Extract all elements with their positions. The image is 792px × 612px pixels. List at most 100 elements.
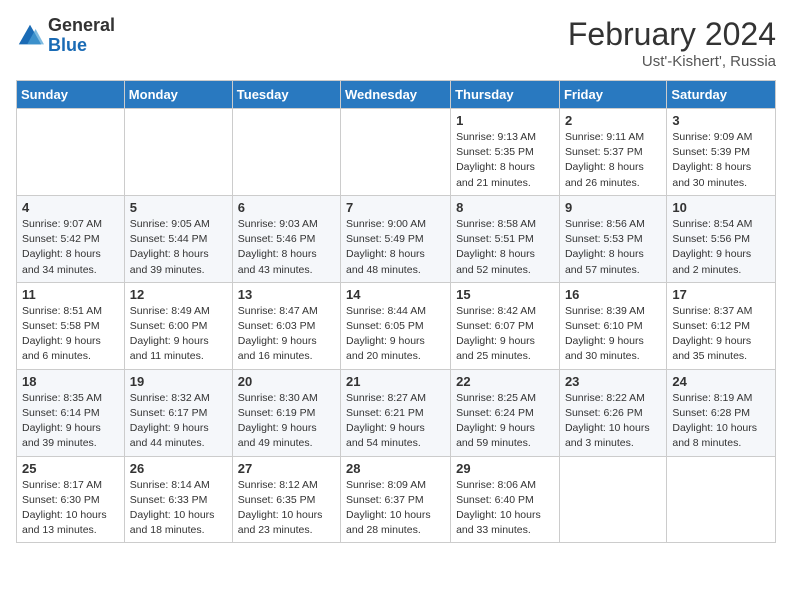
weekday-header-thursday: Thursday <box>451 81 560 109</box>
page-header: General Blue February 2024 Ust'-Kishert'… <box>16 16 776 70</box>
calendar-cell <box>341 109 451 196</box>
calendar-cell: 22 Sunrise: 8:25 AM Sunset: 6:24 PM Dayli… <box>451 369 560 456</box>
day-number: 22 <box>456 374 554 389</box>
day-info: Sunrise: 8:42 AM Sunset: 6:07 PM Dayligh… <box>456 304 554 365</box>
day-info: Sunrise: 8:27 AM Sunset: 6:21 PM Dayligh… <box>346 391 445 452</box>
day-info: Sunrise: 8:14 AM Sunset: 6:33 PM Dayligh… <box>130 478 227 539</box>
day-info: Sunrise: 8:17 AM Sunset: 6:30 PM Dayligh… <box>22 478 119 539</box>
day-info: Sunrise: 8:30 AM Sunset: 6:19 PM Dayligh… <box>238 391 335 452</box>
day-number: 3 <box>672 113 770 128</box>
calendar-cell: 24 Sunrise: 8:19 AM Sunset: 6:28 PM Dayli… <box>667 369 776 456</box>
day-info: Sunrise: 8:12 AM Sunset: 6:35 PM Dayligh… <box>238 478 335 539</box>
day-number: 21 <box>346 374 445 389</box>
day-number: 19 <box>130 374 227 389</box>
day-info: Sunrise: 8:09 AM Sunset: 6:37 PM Dayligh… <box>346 478 445 539</box>
day-info: Sunrise: 9:11 AM Sunset: 5:37 PM Dayligh… <box>565 130 661 191</box>
day-info: Sunrise: 8:22 AM Sunset: 6:26 PM Dayligh… <box>565 391 661 452</box>
calendar-cell: 16Sunrise: 8:39 AM Sunset: 6:10 PM Dayli… <box>559 282 666 369</box>
week-row-4: 18 Sunrise: 8:35 AM Sunset: 6:14 PM Dayli… <box>17 369 776 456</box>
calendar-cell: 2 Sunrise: 9:11 AM Sunset: 5:37 PM Daylig… <box>559 109 666 196</box>
day-number: 29 <box>456 461 554 476</box>
weekday-header-row: SundayMondayTuesdayWednesdayThursdayFrid… <box>17 81 776 109</box>
day-number: 13 <box>238 287 335 302</box>
calendar-cell: 9 Sunrise: 8:56 AM Sunset: 5:53 PM Daylig… <box>559 195 666 282</box>
day-info: Sunrise: 8:19 AM Sunset: 6:28 PM Dayligh… <box>672 391 770 452</box>
day-info: Sunrise: 8:51 AM Sunset: 5:58 PM Dayligh… <box>22 304 119 365</box>
day-number: 16 <box>565 287 661 302</box>
calendar-cell: 5Sunrise: 9:05 AM Sunset: 5:44 PM Daylig… <box>124 195 232 282</box>
day-info: Sunrise: 8:25 AM Sunset: 6:24 PM Dayligh… <box>456 391 554 452</box>
calendar-cell: 28 Sunrise: 8:09 AM Sunset: 6:37 PM Dayli… <box>341 456 451 543</box>
logo: General Blue <box>16 16 115 56</box>
day-number: 11 <box>22 287 119 302</box>
day-number: 18 <box>22 374 119 389</box>
day-number: 10 <box>672 200 770 215</box>
calendar-table: SundayMondayTuesdayWednesdayThursdayFrid… <box>16 80 776 543</box>
day-info: Sunrise: 8:54 AM Sunset: 5:56 PM Dayligh… <box>672 217 770 278</box>
title-block: February 2024 Ust'-Kishert', Russia <box>568 16 776 70</box>
month-title: February 2024 <box>568 16 776 53</box>
weekday-header-wednesday: Wednesday <box>341 81 451 109</box>
calendar-cell <box>124 109 232 196</box>
day-number: 5 <box>130 200 227 215</box>
week-row-5: 25 Sunrise: 8:17 AM Sunset: 6:30 PM Dayli… <box>17 456 776 543</box>
day-info: Sunrise: 9:13 AM Sunset: 5:35 PM Dayligh… <box>456 130 554 191</box>
calendar-cell <box>17 109 125 196</box>
day-number: 25 <box>22 461 119 476</box>
day-info: Sunrise: 8:35 AM Sunset: 6:14 PM Dayligh… <box>22 391 119 452</box>
day-number: 17 <box>672 287 770 302</box>
logo-blue: Blue <box>48 35 87 55</box>
day-number: 27 <box>238 461 335 476</box>
calendar-cell: 8 Sunrise: 8:58 AM Sunset: 5:51 PM Daylig… <box>451 195 560 282</box>
day-number: 14 <box>346 287 445 302</box>
week-row-2: 4 Sunrise: 9:07 AM Sunset: 5:42 PM Daylig… <box>17 195 776 282</box>
day-info: Sunrise: 8:06 AM Sunset: 6:40 PM Dayligh… <box>456 478 554 539</box>
day-number: 9 <box>565 200 661 215</box>
day-number: 24 <box>672 374 770 389</box>
day-info: Sunrise: 8:47 AM Sunset: 6:03 PM Dayligh… <box>238 304 335 365</box>
location-subtitle: Ust'-Kishert', Russia <box>568 53 776 70</box>
day-info: Sunrise: 8:37 AM Sunset: 6:12 PM Dayligh… <box>672 304 770 365</box>
day-info: Sunrise: 8:56 AM Sunset: 5:53 PM Dayligh… <box>565 217 661 278</box>
day-number: 28 <box>346 461 445 476</box>
day-number: 8 <box>456 200 554 215</box>
calendar-cell: 19 Sunrise: 8:32 AM Sunset: 6:17 PM Dayli… <box>124 369 232 456</box>
day-number: 1 <box>456 113 554 128</box>
day-info: Sunrise: 8:58 AM Sunset: 5:51 PM Dayligh… <box>456 217 554 278</box>
day-info: Sunrise: 9:07 AM Sunset: 5:42 PM Dayligh… <box>22 217 119 278</box>
calendar-cell: 15 Sunrise: 8:42 AM Sunset: 6:07 PM Dayli… <box>451 282 560 369</box>
calendar-cell: 14 Sunrise: 8:44 AM Sunset: 6:05 PM Dayli… <box>341 282 451 369</box>
day-info: Sunrise: 8:49 AM Sunset: 6:00 PM Dayligh… <box>130 304 227 365</box>
day-number: 12 <box>130 287 227 302</box>
calendar-cell: 12 Sunrise: 8:49 AM Sunset: 6:00 PM Dayli… <box>124 282 232 369</box>
calendar-cell: 10 Sunrise: 8:54 AM Sunset: 5:56 PM Dayli… <box>667 195 776 282</box>
calendar-cell <box>667 456 776 543</box>
weekday-header-friday: Friday <box>559 81 666 109</box>
day-number: 15 <box>456 287 554 302</box>
day-info: Sunrise: 8:32 AM Sunset: 6:17 PM Dayligh… <box>130 391 227 452</box>
calendar-cell: 3Sunrise: 9:09 AM Sunset: 5:39 PM Daylig… <box>667 109 776 196</box>
day-number: 26 <box>130 461 227 476</box>
calendar-cell <box>559 456 666 543</box>
logo-general: General <box>48 15 115 35</box>
calendar-cell: 20 Sunrise: 8:30 AM Sunset: 6:19 PM Dayli… <box>232 369 340 456</box>
day-number: 23 <box>565 374 661 389</box>
week-row-3: 11 Sunrise: 8:51 AM Sunset: 5:58 PM Dayli… <box>17 282 776 369</box>
calendar-cell: 6Sunrise: 9:03 AM Sunset: 5:46 PM Daylig… <box>232 195 340 282</box>
calendar-cell: 29 Sunrise: 8:06 AM Sunset: 6:40 PM Dayli… <box>451 456 560 543</box>
day-number: 4 <box>22 200 119 215</box>
calendar-cell: 1 Sunrise: 9:13 AM Sunset: 5:35 PM Daylig… <box>451 109 560 196</box>
calendar-cell: 18 Sunrise: 8:35 AM Sunset: 6:14 PM Dayli… <box>17 369 125 456</box>
day-number: 20 <box>238 374 335 389</box>
calendar-cell <box>232 109 340 196</box>
day-number: 2 <box>565 113 661 128</box>
week-row-1: 1 Sunrise: 9:13 AM Sunset: 5:35 PM Daylig… <box>17 109 776 196</box>
calendar-cell: 11 Sunrise: 8:51 AM Sunset: 5:58 PM Dayli… <box>17 282 125 369</box>
calendar-cell: 4 Sunrise: 9:07 AM Sunset: 5:42 PM Daylig… <box>17 195 125 282</box>
calendar-cell: 25 Sunrise: 8:17 AM Sunset: 6:30 PM Dayli… <box>17 456 125 543</box>
calendar-cell: 7Sunrise: 9:00 AM Sunset: 5:49 PM Daylig… <box>341 195 451 282</box>
weekday-header-saturday: Saturday <box>667 81 776 109</box>
calendar-cell: 21 Sunrise: 8:27 AM Sunset: 6:21 PM Dayli… <box>341 369 451 456</box>
day-info: Sunrise: 9:03 AM Sunset: 5:46 PM Dayligh… <box>238 217 335 278</box>
day-info: Sunrise: 8:44 AM Sunset: 6:05 PM Dayligh… <box>346 304 445 365</box>
